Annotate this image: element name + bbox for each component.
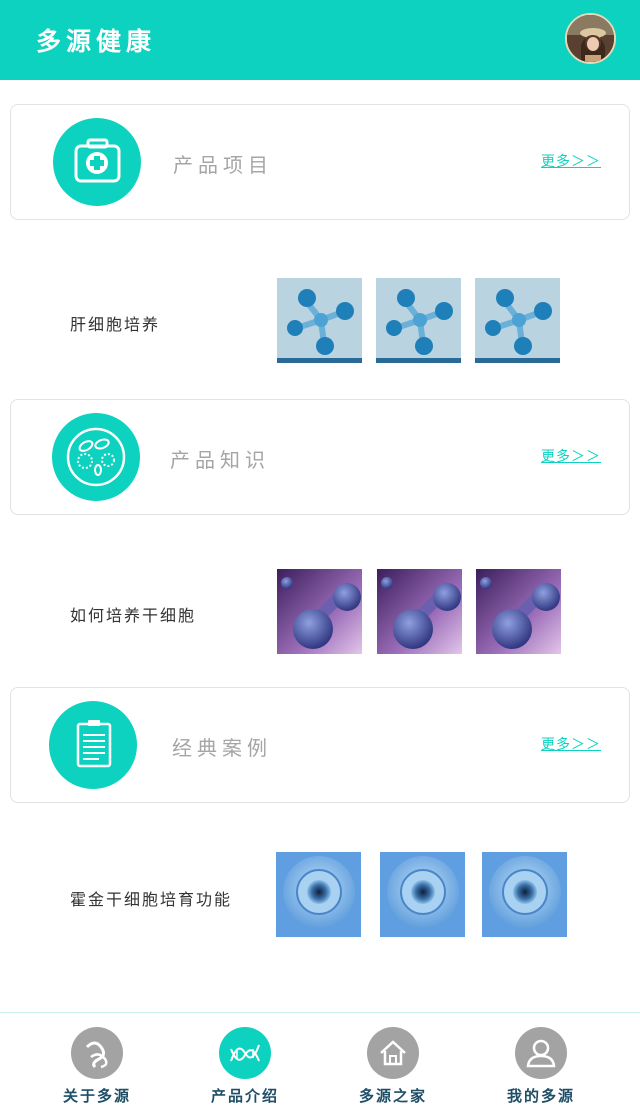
tab-label: 关于多源: [62, 1087, 131, 1105]
app-header: 多源健康: [0, 0, 640, 80]
list-item-title[interactable]: 如何培养干细胞: [70, 602, 196, 626]
section-title: 产品知识: [170, 448, 270, 472]
bottom-tab-bar: 关于多源 产品介绍 多源之家 我的多源: [0, 1012, 640, 1116]
more-link[interactable]: 更多＞＞: [541, 734, 601, 754]
home-icon: [367, 1027, 419, 1079]
avatar[interactable]: [565, 13, 616, 64]
list-item-title[interactable]: 霍金干细胞培育功能: [70, 886, 232, 910]
stem-cell-thumbnail[interactable]: [476, 569, 561, 654]
tab-products[interactable]: 产品介绍: [190, 1027, 300, 1116]
app-title: 多源健康: [36, 27, 157, 56]
more-link[interactable]: 更多＞＞: [541, 446, 601, 466]
stem-cell-thumbnail[interactable]: [277, 569, 362, 654]
tab-mine[interactable]: 我的多源: [486, 1027, 596, 1116]
dna-icon: [219, 1027, 271, 1079]
tab-label: 多源之家: [358, 1087, 427, 1105]
stem-cell-thumbnail[interactable]: [377, 569, 462, 654]
molecule-thumbnail[interactable]: [475, 278, 560, 363]
medical-kit-icon: [53, 118, 141, 206]
molecule-thumbnail[interactable]: [376, 278, 461, 363]
tab-label: 产品介绍: [210, 1087, 279, 1105]
section-title: 经典案例: [172, 736, 272, 760]
cell-thumbnail[interactable]: [380, 852, 465, 937]
section-card-cases: 经典案例 更多＞＞: [10, 687, 630, 803]
list-item-title[interactable]: 肝细胞培养: [70, 311, 160, 335]
logo-icon: [71, 1027, 123, 1079]
cell-thumbnail[interactable]: [482, 852, 567, 937]
more-link[interactable]: 更多＞＞: [541, 151, 601, 171]
cell-thumbnail[interactable]: [276, 852, 361, 937]
section-title: 产品项目: [173, 153, 273, 177]
section-card-knowledge: 产品知识 更多＞＞: [10, 399, 630, 515]
section-card-products: 产品项目 更多＞＞: [10, 104, 630, 220]
tab-home[interactable]: 多源之家: [338, 1027, 448, 1116]
user-icon: [515, 1027, 567, 1079]
clipboard-icon: [49, 701, 137, 789]
tab-about[interactable]: 关于多源: [42, 1027, 152, 1116]
tab-label: 我的多源: [506, 1087, 575, 1105]
cells-icon: [52, 413, 140, 501]
molecule-thumbnail[interactable]: [277, 278, 362, 363]
